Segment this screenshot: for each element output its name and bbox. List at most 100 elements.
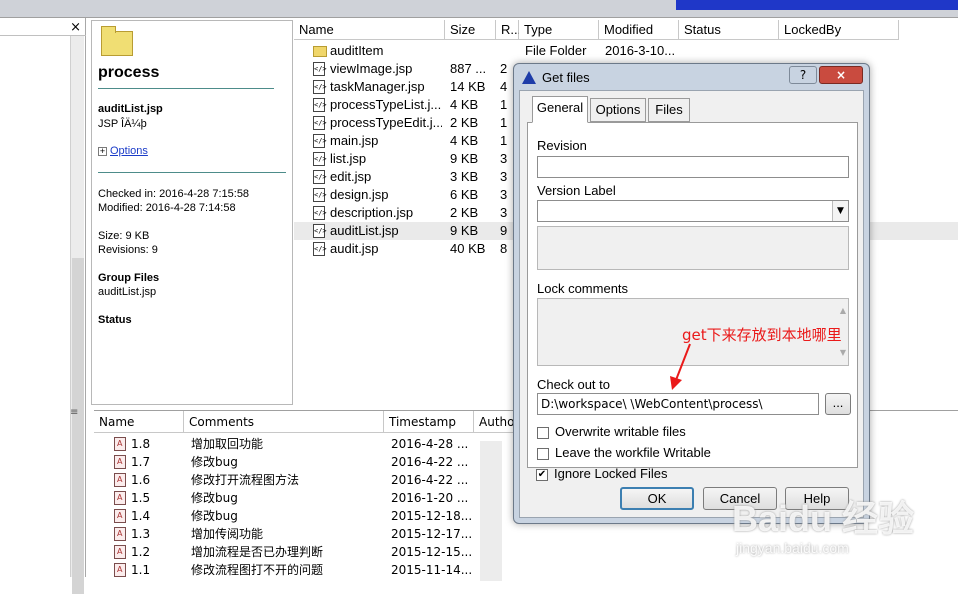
column-header-modified[interactable]: Modified (599, 20, 679, 40)
watermark-logo: Baidu 经验 (732, 498, 915, 539)
jsp-file-icon (313, 170, 327, 184)
file-name-cell: list.jsp (330, 151, 367, 166)
file-name-cell: description.jsp (330, 205, 414, 220)
history-timestamp-cell: 2015-12-17... (391, 527, 473, 541)
tree-scrollbar[interactable] (70, 36, 84, 594)
file-name-cell: main.jsp (330, 133, 379, 148)
divider (98, 88, 274, 89)
history-comment-cell: 修改流程图打不开的问题 (191, 563, 324, 577)
jsp-file-icon (313, 152, 327, 166)
ignore-locked-checkbox[interactable]: ✔ (536, 469, 548, 481)
revision-icon (114, 473, 126, 487)
overwrite-checkbox[interactable] (537, 427, 549, 439)
column-header-name[interactable]: Name (294, 20, 445, 40)
dialog-title: Get files (542, 70, 590, 85)
history-timestamp-cell: 2015-12-15... (391, 545, 473, 559)
history-header-comments[interactable]: Comments (184, 411, 384, 433)
revision-icon (114, 509, 126, 523)
group-files-value: auditList.jsp (98, 286, 157, 298)
watermark-url: jingyan.baidu.com (736, 540, 849, 556)
file-name-cell: audit.jsp (330, 241, 379, 256)
file-size-cell: 6 KB (450, 187, 479, 202)
file-size-cell: 887 ... (450, 61, 487, 76)
column-header-lockedby[interactable]: LockedBy (779, 20, 899, 40)
file-name-cell: design.jsp (330, 187, 389, 202)
history-name-cell: 1.7 (131, 455, 151, 469)
history-header-timestamp[interactable]: Timestamp (384, 411, 474, 433)
version-label-select[interactable]: ▼ (537, 200, 849, 222)
history-comment-cell: 修改bug (191, 491, 238, 505)
history-row[interactable]: 1.1 修改流程图打不开的问题 2015-11-14... (94, 561, 958, 579)
jsp-file-icon (313, 242, 327, 256)
ignore-locked-label[interactable]: Ignore Locked Files (554, 466, 667, 481)
help-title-button[interactable]: ? (789, 66, 817, 84)
tab-files[interactable]: Files (648, 98, 690, 122)
file-size-cell: 2 KB (450, 205, 479, 220)
file-name-cell: edit.jsp (330, 169, 372, 184)
options-link[interactable]: Options (110, 145, 148, 157)
file-name-cell: auditList.jsp (330, 223, 399, 238)
revision-label: Revision (537, 138, 587, 153)
file-modified-cell: 2016-3-10... (605, 43, 676, 58)
folder-name: process (98, 64, 160, 81)
column-header-revision[interactable]: R... (496, 20, 521, 40)
close-pane-button[interactable]: × (70, 20, 81, 35)
history-name-cell: 1.1 (131, 563, 151, 577)
group-files-title: Group Files (98, 272, 160, 284)
modified-text: Modified: 2016-4-28 7:14:58 (98, 202, 236, 214)
scroll-up-icon: ▲ (839, 306, 846, 315)
size-text: Size: 9 KB (98, 230, 150, 242)
history-comment-cell: 修改bug (191, 509, 238, 523)
history-header-author[interactable]: Autho (474, 411, 514, 433)
version-label-label: Version Label (537, 183, 616, 198)
ok-button[interactable]: OK (620, 487, 694, 510)
chevron-down-icon[interactable]: ▼ (832, 201, 848, 221)
history-timestamp-cell: 2015-11-14... (391, 563, 473, 577)
scrollbar-thumb[interactable] (72, 258, 84, 594)
jsp-file-icon (313, 206, 327, 220)
history-timestamp-cell: 2016-4-22 ... (391, 455, 469, 469)
history-timestamp-cell: 2016-1-20 ... (391, 491, 469, 505)
history-name-cell: 1.4 (131, 509, 151, 523)
column-header-type[interactable]: Type (519, 20, 599, 40)
browse-button[interactable]: ... (825, 393, 851, 415)
title-accent-bar (676, 0, 958, 10)
jsp-file-icon (313, 116, 327, 130)
file-name-cell: taskManager.jsp (330, 79, 425, 94)
history-comment-cell: 增加取回功能 (191, 437, 264, 451)
folder-icon (101, 26, 133, 56)
splitter-handle[interactable]: ≡ (70, 407, 78, 418)
history-name-cell: 1.6 (131, 473, 151, 487)
tab-general[interactable]: General (532, 96, 588, 123)
file-row[interactable]: auditItem File Folder 2016-3-10... (294, 42, 958, 60)
revision-icon (114, 455, 126, 469)
close-dialog-button[interactable]: × (819, 66, 863, 84)
status-title: Status (98, 314, 132, 326)
jsp-file-icon (313, 134, 327, 148)
history-header-name[interactable]: Name (94, 411, 184, 433)
selected-file-name: auditList.jsp (98, 103, 163, 115)
history-name-cell: 1.3 (131, 527, 151, 541)
annotation-arrow (670, 343, 691, 390)
column-header-size[interactable]: Size (445, 20, 496, 40)
revision-icon (114, 491, 126, 505)
file-name-cell: viewImage.jsp (330, 61, 413, 76)
overwrite-label[interactable]: Overwrite writable files (555, 424, 686, 439)
file-size-cell: 14 KB (450, 79, 486, 94)
leave-writable-checkbox[interactable] (537, 448, 549, 460)
checked-in-text: Checked in: 2016-4-28 7:15:58 (98, 188, 250, 200)
dialog-body: General Options Files Revision Version L… (519, 90, 864, 518)
options-expander[interactable]: + Options (98, 145, 148, 157)
leave-writable-label[interactable]: Leave the workfile Writable (555, 445, 711, 460)
column-header-status[interactable]: Status (679, 20, 779, 40)
divider (98, 172, 286, 173)
checkout-path-input[interactable]: D:\workspace\ \WebContent\process\ (537, 393, 819, 415)
revision-input[interactable] (537, 156, 849, 178)
scroll-down-icon: ▼ (839, 348, 846, 357)
history-comment-cell: 修改打开流程图方法 (191, 473, 300, 487)
revision-icon (114, 545, 126, 559)
file-size-cell: 3 KB (450, 169, 479, 184)
file-name-cell: auditItem (330, 43, 384, 58)
revision-icon (114, 437, 126, 451)
tab-options[interactable]: Options (590, 98, 646, 122)
